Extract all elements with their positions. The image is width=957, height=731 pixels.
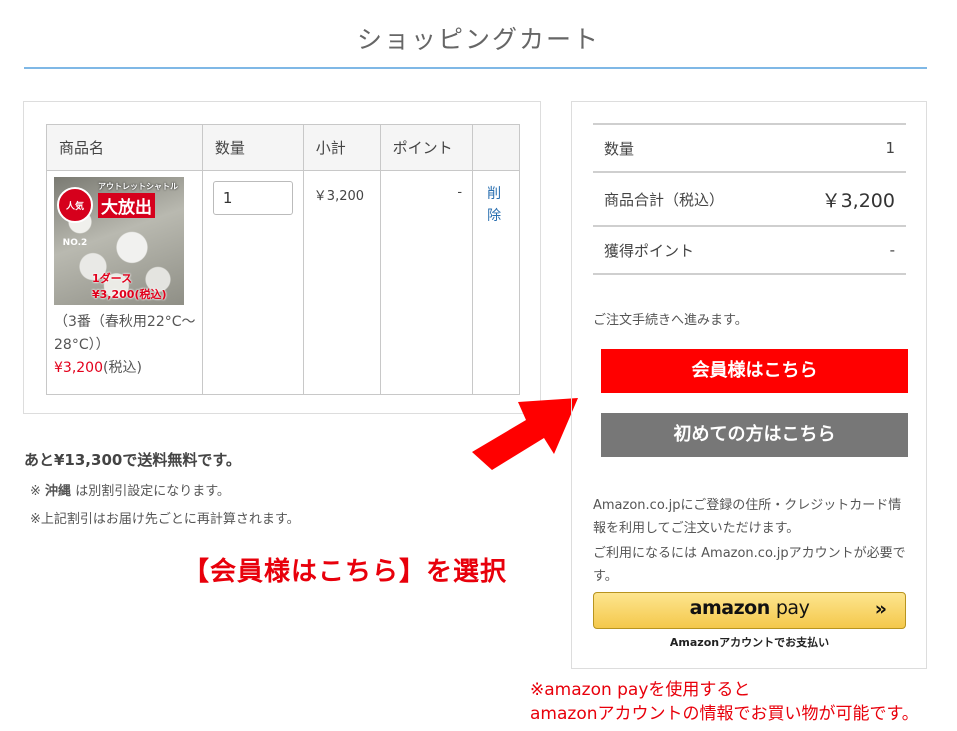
product-image[interactable]: 人気NO.2 アウトレットシャトル 大放出 1ダース ¥3,200(税込) (54, 177, 184, 305)
summary-points-label: 獲得ポイント (604, 241, 695, 260)
amazon-pay-subtext: Amazonアカウントでお支払い (669, 636, 830, 649)
note-region: 沖縄 (45, 484, 72, 499)
points-cell: - (379, 170, 474, 395)
note-text: は別割引設定になります。 (75, 484, 230, 499)
subtotal-cell: ￥3,200 (302, 170, 381, 395)
instruction-annotation: 【会員様はこちら】を選択 (183, 557, 508, 587)
image-headline: 大放出 (98, 193, 155, 218)
amazon-pay-logo: amazon pay (690, 597, 810, 619)
amazon-pay-button[interactable]: amazon pay » (593, 592, 906, 629)
order-summary-panel: 数量 1 商品合計（税込） ￥3,200 獲得ポイント - ご注文手続きへ進みま… (571, 101, 927, 669)
quantity-cell (201, 170, 304, 395)
image-price: 1ダース ¥3,200(税込) (92, 272, 167, 301)
double-chevron-icon: » (874, 598, 887, 620)
amazon-logo-pay: pay (775, 597, 810, 619)
amazon-requirement: ご利用になるには Amazon.co.jpアカウントが必要です。 (593, 546, 906, 584)
cart-panel: 商品名 数量 小計 ポイント 人気NO.2 アウトレットシャトル 大放出 1ダー… (23, 101, 541, 414)
note-mark: ※ (30, 484, 41, 499)
amazon-note-line2: amazonアカウントの情報でお買い物が可能です。 (530, 704, 919, 724)
free-shipping-message: あと¥13,300で送料無料です。 (24, 451, 241, 469)
page-title: ショッピングカート (356, 25, 600, 54)
product-cell: 人気NO.2 アウトレットシャトル 大放出 1ダース ¥3,200(税込) （3… (46, 170, 203, 395)
cart-header-row: 商品名 数量 小計 ポイント (46, 124, 520, 171)
table-row: 人気NO.2 アウトレットシャトル 大放出 1ダース ¥3,200(税込) （3… (46, 170, 520, 395)
summary-quantity-label: 数量 (604, 139, 635, 158)
shipping-note-okinawa: ※ 沖縄 は別割引設定になります。 (30, 480, 230, 499)
summary-total-value: ￥3,200 (821, 189, 895, 212)
header-subtotal: 小計 (302, 124, 381, 171)
summary-points-value: - (889, 241, 895, 259)
summary-quantity-value: 1 (885, 139, 895, 157)
product-name: （3番（春秋用22°C～28°C）） (54, 314, 196, 353)
header-actions (472, 124, 520, 171)
product-price-tax: (税込) (103, 360, 142, 376)
amazon-logo-word: amazon (689, 597, 771, 619)
header-points: ポイント (379, 124, 474, 171)
cart-table: 商品名 数量 小計 ポイント 人気NO.2 アウトレットシャトル 大放出 1ダー… (46, 124, 520, 395)
summary-points-row: 獲得ポイント - (593, 227, 906, 275)
summary-total-label: 商品合計（税込） (604, 190, 725, 209)
actions-cell: 削除 (472, 170, 520, 395)
delete-link[interactable]: 削除 (487, 183, 503, 227)
header-product: 商品名 (46, 124, 203, 171)
quantity-input[interactable] (212, 181, 293, 215)
amazon-note-line1: ※amazon payを使用すると (530, 680, 751, 700)
product-price-value: ¥3,200 (54, 360, 103, 376)
member-login-button[interactable]: 会員様はこちら (601, 349, 908, 393)
product-price: ¥3,200(税込) (54, 357, 196, 379)
summary-total-row: 商品合計（税込） ￥3,200 (593, 173, 906, 227)
summary-quantity-row: 数量 1 (593, 123, 906, 173)
title-divider (24, 67, 927, 69)
header-quantity: 数量 (201, 124, 304, 171)
amazon-description: Amazon.co.jpにご登録の住所・クレジットカード情報を利用してご注文いた… (593, 498, 902, 536)
proceed-text: ご注文手続きへ進みます。 (593, 313, 748, 328)
rank-badge: 人気NO.2 (57, 187, 93, 248)
shipping-note-recalc: ※上記割引はお届け先ごとに再計算されます。 (30, 512, 300, 527)
image-caption: アウトレットシャトル (98, 182, 178, 191)
first-time-button[interactable]: 初めての方はこちら (601, 413, 908, 457)
